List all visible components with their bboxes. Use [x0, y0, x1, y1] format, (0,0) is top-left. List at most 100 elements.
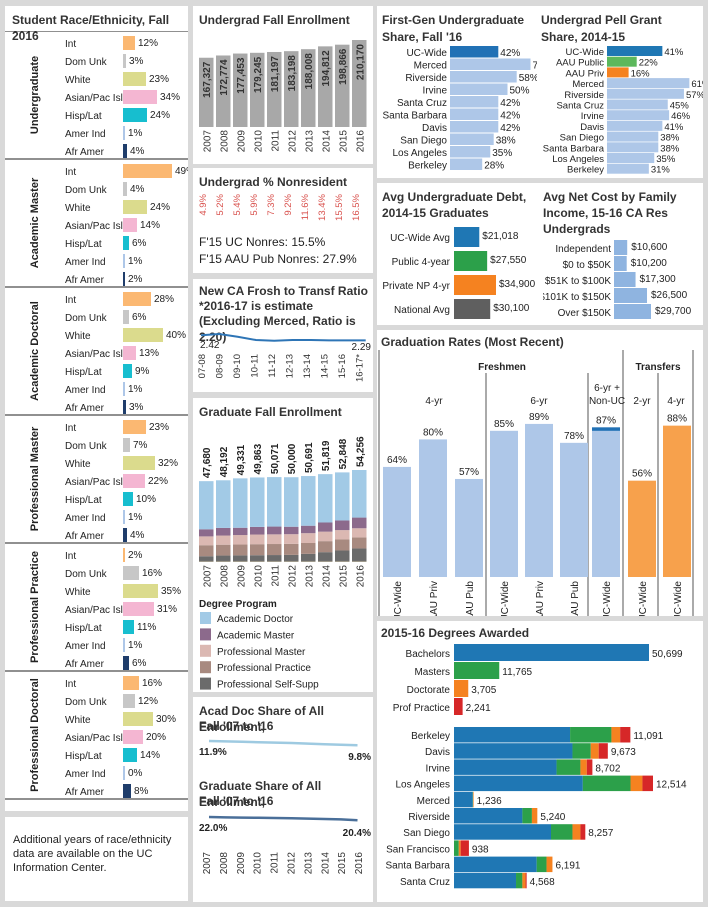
grad-bar-segment: [352, 560, 367, 562]
race-value: 0%: [128, 768, 143, 779]
degree-type-bar: [454, 698, 463, 715]
ratio-year-label: 10-11: [250, 354, 261, 378]
category-label: Int: [65, 39, 76, 50]
category-label: Int: [65, 551, 76, 562]
grad-bar-segment: [284, 543, 299, 555]
degree-type-value: 11,765: [502, 667, 532, 678]
campus-total: 9,673: [611, 747, 636, 758]
race-value: 1%: [128, 384, 143, 395]
degree-type-bar: [454, 680, 469, 697]
debt-bar: [454, 299, 491, 319]
pell-bar: [607, 56, 637, 67]
netcost-label: $101K to $150K: [543, 292, 611, 303]
grad-rate-category: AAU Priv: [535, 581, 546, 616]
category-label: Afr Amer: [65, 787, 105, 798]
grad-rate-value: 85%: [494, 419, 514, 430]
note-text: Additional years of race/ethnicity data …: [13, 834, 172, 874]
degrees-panel: 2015-16 Degrees Awarded Bachelors 50,699 M…: [377, 621, 703, 902]
race-value: 20%: [146, 732, 166, 743]
grad-rate-bar: [628, 480, 656, 577]
firstgen-bar: [450, 121, 499, 133]
campus-bar-segment: [454, 808, 523, 824]
ug-bar-label: 188,008: [304, 53, 315, 90]
nonresident-title: Undergrad % Nonresident: [199, 175, 348, 189]
grad-bar-segment: [250, 561, 265, 562]
firstgen-bar: [450, 133, 494, 145]
year-label: 2007: [202, 130, 213, 153]
debt-label: UC-Wide Avg: [390, 233, 450, 244]
pell-value: 38%: [660, 143, 680, 154]
grad-bar-segment: [318, 561, 333, 562]
grad-rate-bar: [525, 423, 553, 577]
grad-rate-category: UC-Wide: [673, 581, 684, 616]
debt-title-1: Avg Undergraduate Debt,: [382, 190, 527, 204]
debt-bar: [454, 251, 488, 271]
grad-rate-value: 64%: [387, 455, 407, 466]
firstgen-value: 42%: [500, 48, 520, 59]
grad-total-label: 49,863: [253, 443, 264, 474]
nonres-value: 13.4%: [317, 193, 328, 220]
race-bar: [123, 694, 135, 708]
grad-bar-segment: [352, 537, 367, 549]
netcost-value: $29,700: [655, 306, 692, 317]
campus-bar-segment: [454, 727, 571, 743]
frosh-ratio-panel: New CA Frosh to Transf Ratio *2016-17 is…: [193, 279, 373, 392]
category-label: White: [65, 331, 91, 342]
grad-bar-segment: [301, 543, 316, 554]
grad-bar-segment: [352, 470, 367, 518]
firstgen-value: 42%: [500, 111, 520, 122]
year-label: 2015: [338, 565, 349, 588]
grad-bar-segment: [216, 560, 231, 562]
campus-bar-segment: [454, 872, 517, 889]
degree-type-bar: [454, 662, 500, 679]
grad-bar-segment: [335, 561, 350, 562]
grad-total-label: 50,071: [270, 443, 281, 474]
pell-label: Los Angeles: [552, 154, 604, 165]
grad-bar-segment: [233, 527, 248, 536]
race-value: 9%: [135, 366, 150, 377]
grad-bar-segment: [318, 522, 333, 532]
netcost-value: $17,300: [640, 274, 677, 285]
campus-label: San Diego: [403, 828, 450, 839]
nonres-value: 5.9%: [249, 193, 260, 215]
nonres-uc-text: F'15 UC Nonres: 15.5%: [199, 235, 326, 249]
legend-label: Professional Self-Supp: [217, 680, 319, 690]
pell-bar: [607, 120, 663, 131]
category-label: Asian/Pac Isl: [65, 221, 123, 232]
year-label: 2008: [219, 852, 230, 875]
firstgen-value: 42%: [500, 123, 520, 134]
grad-share-last: 20.4%: [343, 828, 371, 839]
ratio-year-label: 16-17*: [355, 354, 366, 382]
campus-bar-segment: [572, 824, 581, 840]
debt-bar: [454, 227, 480, 247]
pell-label: Santa Cruz: [556, 101, 604, 112]
race-bar: [123, 584, 158, 598]
category-label: Amer Ind: [65, 385, 106, 396]
grad-rate-bar: [419, 439, 447, 577]
ratio-year-label: 11-12: [267, 354, 278, 378]
firstgen-title-2: Share, Fall '16: [382, 30, 463, 44]
pell-bar: [607, 99, 668, 110]
pell-label: Merced: [572, 79, 604, 90]
group-label: Professional Practice: [29, 551, 41, 663]
race-bar: [123, 144, 127, 158]
netcost-value: $10,200: [631, 258, 668, 269]
year-label: 2014: [320, 852, 331, 875]
pell-bar: [607, 163, 649, 174]
ug-bar-label: 179,245: [253, 56, 264, 93]
pell-value: 45%: [670, 101, 690, 112]
category-label: Asian/Pac Isl: [65, 733, 123, 744]
debt-value: $34,900: [499, 279, 536, 290]
category-label: Hisp/Lat: [65, 111, 102, 122]
grad-rates-title: Graduation Rates (Most Recent): [381, 335, 564, 349]
firstgen-bar: [450, 146, 491, 158]
campus-bar-segment: [454, 743, 573, 759]
race-bar: [123, 236, 129, 250]
grad-rate-value: 78%: [564, 431, 584, 442]
grad-bar-segment: [267, 534, 282, 545]
race-value: 1%: [128, 512, 143, 523]
firstgen-value: 35%: [492, 148, 512, 159]
firstgen-label: Merced: [414, 61, 447, 72]
group-label: Academic Master: [29, 177, 41, 268]
debt-bar: [454, 275, 496, 295]
